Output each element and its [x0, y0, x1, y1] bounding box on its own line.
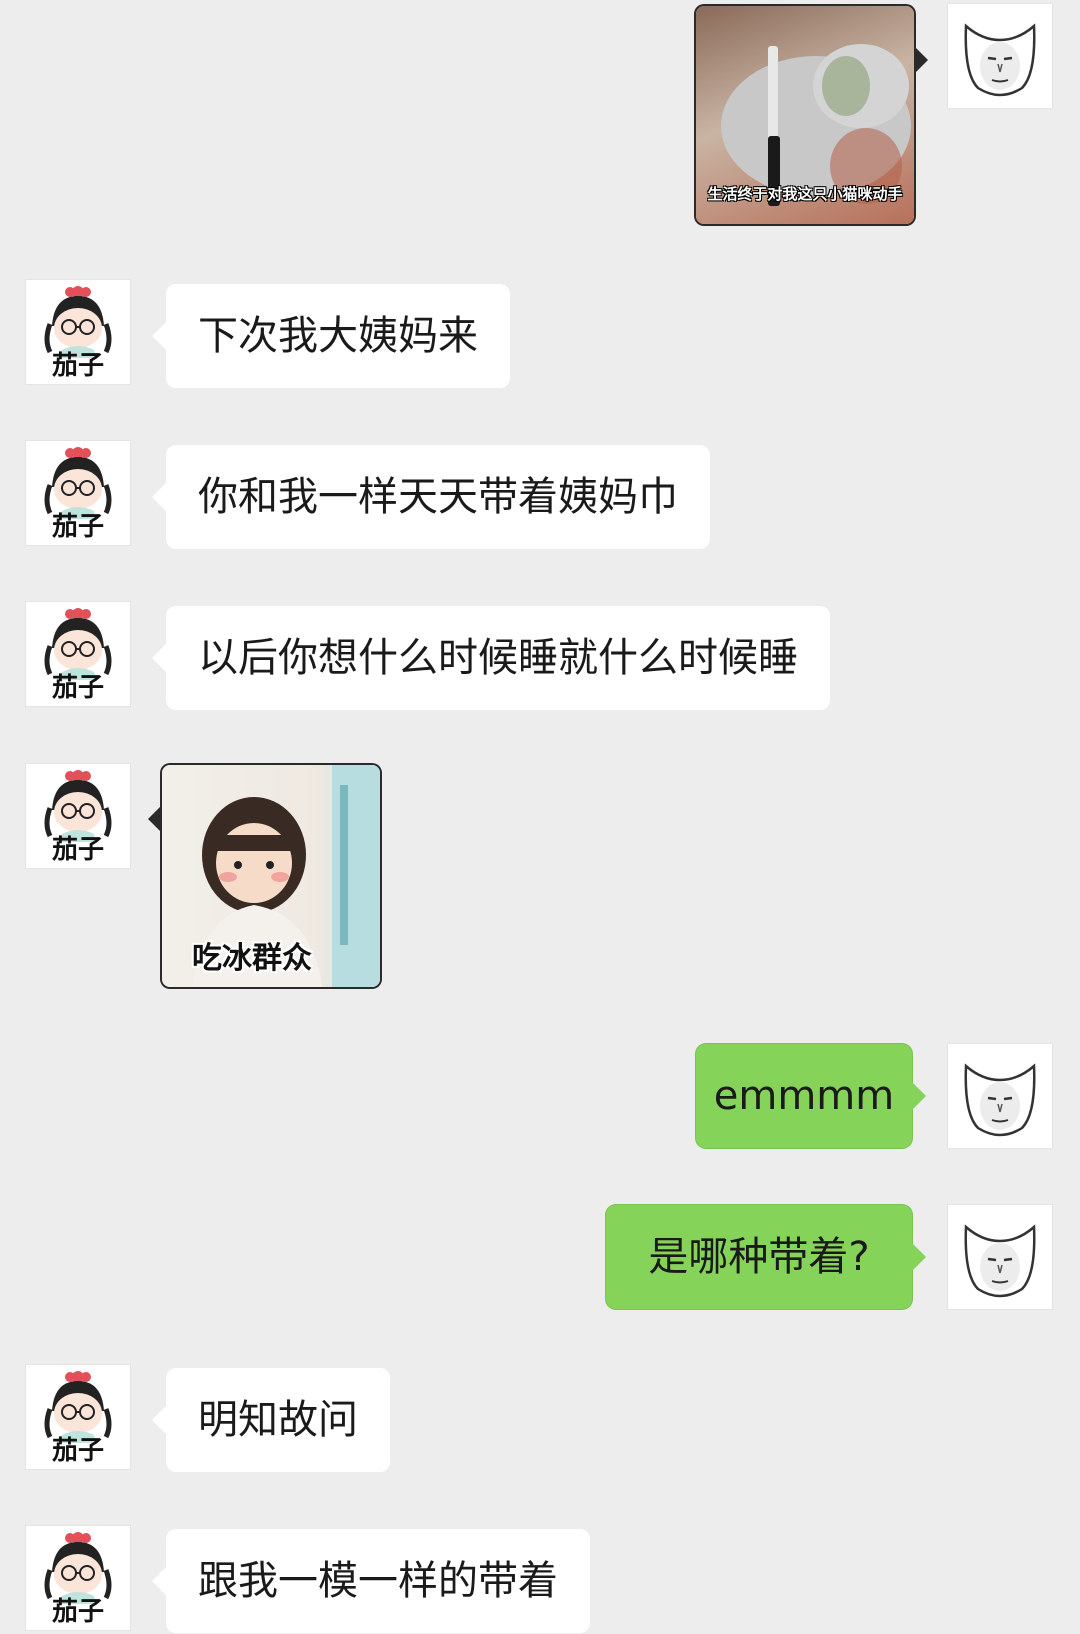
message-bubble-outgoing[interactable]: 是哪种带着?: [606, 1205, 926, 1309]
cat-face-avatar-icon: [964, 1063, 1036, 1137]
contact-avatar[interactable]: 茄子: [26, 280, 130, 384]
message-bubble-incoming[interactable]: 以后你想什么时候睡就什么时候睡: [152, 606, 830, 710]
contact-avatar-caption: 茄子: [51, 351, 104, 381]
cat-face-avatar-icon: [964, 23, 1036, 97]
contact-avatar-caption: 茄子: [51, 673, 104, 703]
cat-face-avatar-icon: [964, 1224, 1036, 1298]
contact-avatar-caption: 茄子: [51, 835, 104, 865]
my-avatar[interactable]: [948, 1044, 1052, 1148]
contact-avatar-caption: 茄子: [51, 1436, 104, 1466]
contact-avatar-caption: 茄子: [51, 512, 104, 542]
sticker-caption: 吃冰群众: [192, 941, 312, 976]
message-bubble-incoming[interactable]: 明知故问: [152, 1368, 390, 1472]
message-sticker-girl[interactable]: 吃冰群众: [148, 765, 380, 987]
message-bubble-outgoing[interactable]: emmmm: [696, 1044, 926, 1148]
message-bubble-incoming[interactable]: 下次我大姨妈来: [152, 284, 510, 388]
contact-avatar[interactable]: 茄子: [26, 764, 130, 868]
contact-avatar[interactable]: 茄子: [26, 1526, 130, 1630]
my-avatar[interactable]: [948, 1205, 1052, 1309]
contact-avatar[interactable]: 茄子: [26, 441, 130, 545]
my-avatar[interactable]: [948, 4, 1052, 108]
sticker-caption: 生活终于对我这只小猫咪动手: [707, 185, 903, 203]
contact-avatar[interactable]: 茄子: [26, 602, 130, 706]
contact-avatar-caption: 茄子: [51, 1597, 104, 1627]
message-bubble-incoming[interactable]: 你和我一样天天带着姨妈巾: [152, 445, 710, 549]
contact-avatar[interactable]: 茄子: [26, 1365, 130, 1469]
message-bubble-incoming[interactable]: 跟我一模一样的带着: [152, 1529, 590, 1633]
message-sticker-cat[interactable]: 生活终于对我这只小猫咪动手: [696, 6, 928, 224]
